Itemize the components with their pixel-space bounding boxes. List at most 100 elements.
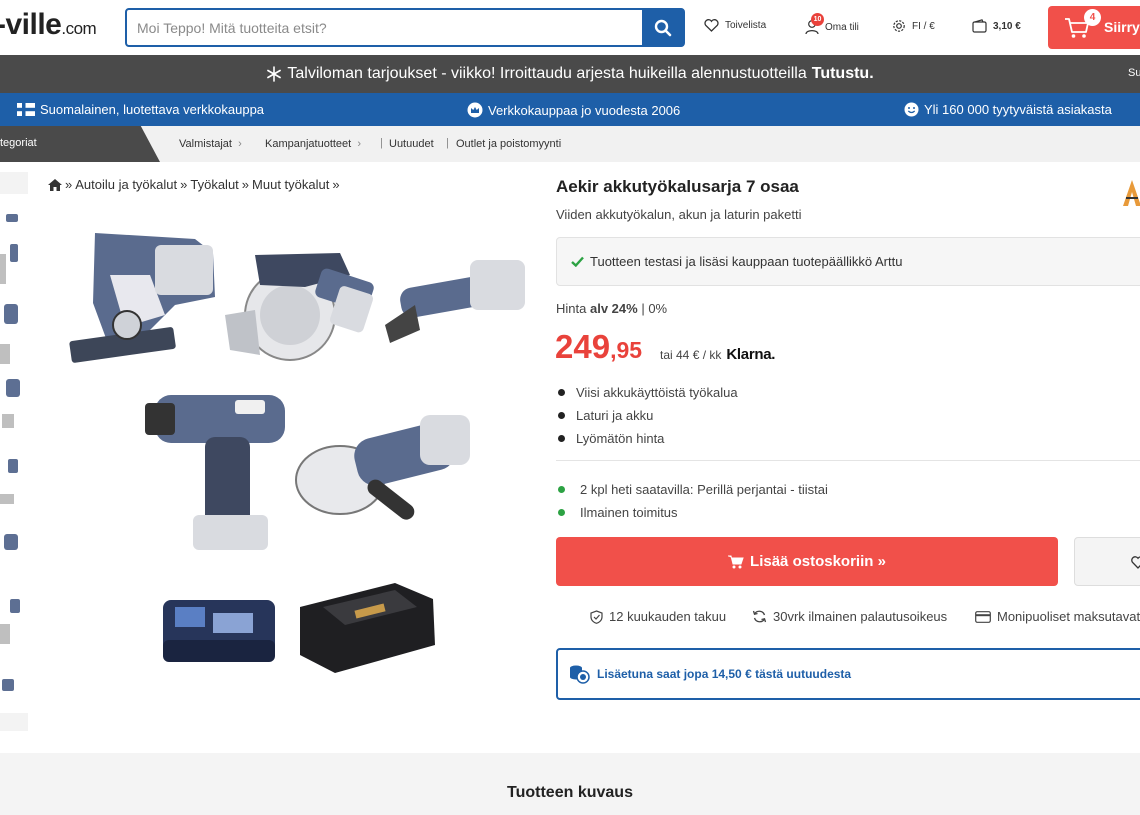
logo-text: -ville [0,8,62,41]
trust-text-since: Verkkokauppaa jo vuodesta 2006 [488,102,681,118]
crown-icon [467,102,483,118]
promo-banner[interactable]: Talviloman tarjoukset - viikko! Irroitta… [0,55,1140,93]
trust-text-customers: Yli 160 000 tyytyväistä asiakasta [924,102,1112,117]
search-icon [654,19,672,36]
list-item: Laturi ja akku [558,404,738,427]
trust-item-since: Verkkokauppaa jo vuodesta 2006 [467,102,680,118]
description-section: Tuotteen kuvaus [0,753,1140,815]
perk-returns: 30vrk ilmainen palautusoikeus [752,609,947,624]
search-button[interactable] [642,8,684,47]
breadcrumb-item[interactable]: Työkalut [190,177,238,192]
nav-separator: | [380,137,383,149]
bonus-banner[interactable]: Lisäetuna saat jopa 14,50 € tästä uutuud… [556,648,1140,700]
vat-toggle-0[interactable]: 0% [648,301,667,316]
perk-payments-text: Monipuoliset maksutavat [997,609,1140,624]
account-link[interactable]: 10 Oma tili [805,13,859,35]
heart-icon [1131,556,1140,569]
categories-menu-button[interactable]: tegoriat [0,126,160,162]
account-badge: 10 [811,13,824,26]
breadcrumb-sep: » [241,177,250,192]
finnish-flag-icon [17,103,35,116]
price-label-prefix: Hinta [556,301,587,316]
breadcrumb-item[interactable]: Autoilu ja työkalut [75,177,177,192]
promo-link[interactable]: Tutustu. [812,65,874,83]
gear-icon [893,20,905,32]
bonus-text: Lisäetuna saat jopa 14,50 € tästä uutuud… [597,667,852,681]
nav-separator: | [446,137,449,149]
nav-link-campaigns[interactable]: Kampanjatuotteet › [265,138,361,150]
category-nav: tegoriat Valmistajat › Kampanjatuotteet … [0,126,1140,162]
perk-warranty: 12 kuukauden takuu [590,609,726,624]
thumbnail-strip [0,172,28,731]
locale-label: FI / € [912,20,935,32]
breadcrumb-sep: » [65,177,73,192]
search-input[interactable] [137,18,637,38]
trust-bar: Suomalainen, luotettava verkkokauppa Ver… [0,93,1140,126]
klarna-logo: Klarna. [726,346,776,363]
search-box [125,8,685,47]
promo-text: Talviloman tarjoukset - viikko! Irroitta… [287,65,807,82]
price-integer: 249 [555,328,611,365]
availability-list: 2 kpl heti saatavilla: Perillä perjantai… [558,478,828,524]
list-item: Lyömätön hinta [558,427,738,450]
wishlist-link[interactable]: Toivelista [704,19,766,32]
smiley-icon [904,102,919,117]
site-header: -ville.com Toivelista 10 Oma tili FI / €… [0,0,1140,55]
nav-link-manufacturers[interactable]: Valmistajat › [179,138,242,150]
price-decimals: ,95 [610,337,643,363]
promo-right-text: Su [1128,67,1140,79]
availability-shipping: Ilmainen toimitus [558,501,828,524]
perk-returns-text: 30vrk ilmainen palautusoikeus [773,609,948,624]
description-title: Tuotteen kuvaus [507,784,633,801]
brand-logo-icon[interactable] [1122,178,1140,208]
tested-by-notice: Tuotteen testasi ja lisäsi kauppaan tuot… [556,237,1140,286]
price-label: Hinta alv 24% | 0% [556,301,667,316]
cart-icon [728,555,744,568]
check-icon [571,256,584,267]
add-to-cart-label: Lisää ostoskoriin » [750,553,886,570]
nav-link-outlet[interactable]: Outlet ja poistomyynti [456,138,561,150]
trust-item-finnish: Suomalainen, luotettava verkkokauppa [17,102,264,117]
snowflake-icon [267,66,282,82]
vat-toggle-24[interactable]: alv 24% [590,301,638,316]
shield-icon [590,609,603,624]
credit-card-icon [975,610,991,623]
product-price: 249,95 [555,328,642,366]
wishlist-label: Toivelista [725,20,767,31]
feature-list: Viisi akkukäyttöistä työkalua Laturi ja … [558,381,738,450]
nav-link-label: Valmistajat [179,138,232,150]
breadcrumb-item[interactable]: Muut työkalut [252,177,329,192]
battery-illustration [163,600,275,662]
categories-label: tegoriat [0,137,37,149]
home-icon[interactable] [48,178,62,191]
thumbnail-column[interactable] [0,194,28,704]
product-subtitle: Viiden akkutyökalun, akun ja laturin pak… [556,207,802,222]
perk-warranty-text: 12 kuukauden takuu [609,609,727,624]
product-image[interactable] [55,215,525,700]
klarna-text: tai 44 € / kk [660,348,722,362]
site-logo[interactable]: -ville.com [0,8,97,42]
thumbnail-placeholder [0,172,28,194]
nav-link-label: Kampanjatuotteet [265,138,352,150]
add-to-wishlist-button[interactable] [1074,537,1140,586]
cart-button[interactable]: 4 Siirry [1048,6,1140,49]
breadcrumb-sep: » [180,177,188,192]
klarna-installment[interactable]: tai 44 € / kk Klarna. [660,346,775,363]
perk-payments: Monipuoliset maksutavat [975,609,1140,624]
thumbnail-placeholder [0,713,28,731]
wallet-link[interactable]: 3,10 € [972,19,1021,33]
wallet-icon [972,19,987,33]
cart-count-badge: 4 [1084,9,1101,26]
cart-label: Siirry [1104,19,1140,35]
trust-item-customers: Yli 160 000 tyytyväistä asiakasta [904,102,1112,117]
heart-icon [704,19,719,32]
add-to-cart-button[interactable]: Lisää ostoskoriin » [556,537,1058,586]
coins-icon [570,665,590,684]
product-title: Aekir akkutyökalusarja 7 osaa [556,177,799,196]
list-item: Viisi akkukäyttöistä työkalua [558,381,738,404]
vat-separator: | [641,301,645,316]
logo-suffix: .com [61,19,97,38]
locale-selector[interactable]: FI / € [892,19,935,33]
nav-link-new[interactable]: Uutuudet [389,138,434,150]
trust-text-finnish: Suomalainen, luotettava verkkokauppa [40,102,265,117]
